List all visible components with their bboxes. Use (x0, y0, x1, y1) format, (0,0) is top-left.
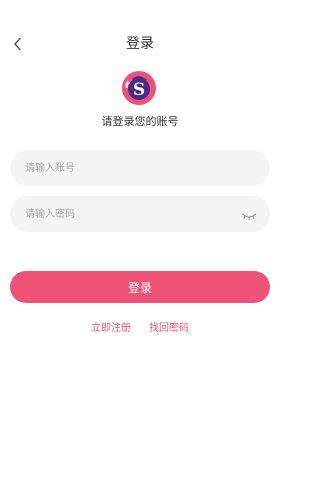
app-logo: S (120, 69, 158, 107)
register-link[interactable]: 立即注册 (91, 322, 131, 336)
page-title: 登录 (126, 36, 154, 52)
login-prompt: 请登录您的账号 (101, 115, 179, 128)
password-input[interactable] (10, 196, 225, 232)
password-field[interactable] (10, 196, 270, 232)
login-button[interactable]: 登录 (10, 271, 270, 303)
account-input[interactable] (10, 150, 225, 186)
svg-text:S: S (133, 80, 145, 100)
auth-links: 立即注册 找回密码 (0, 322, 280, 336)
recover-password-link[interactable]: 找回密码 (149, 322, 189, 336)
account-field[interactable] (10, 150, 270, 186)
eye-closed-icon[interactable] (241, 207, 257, 221)
